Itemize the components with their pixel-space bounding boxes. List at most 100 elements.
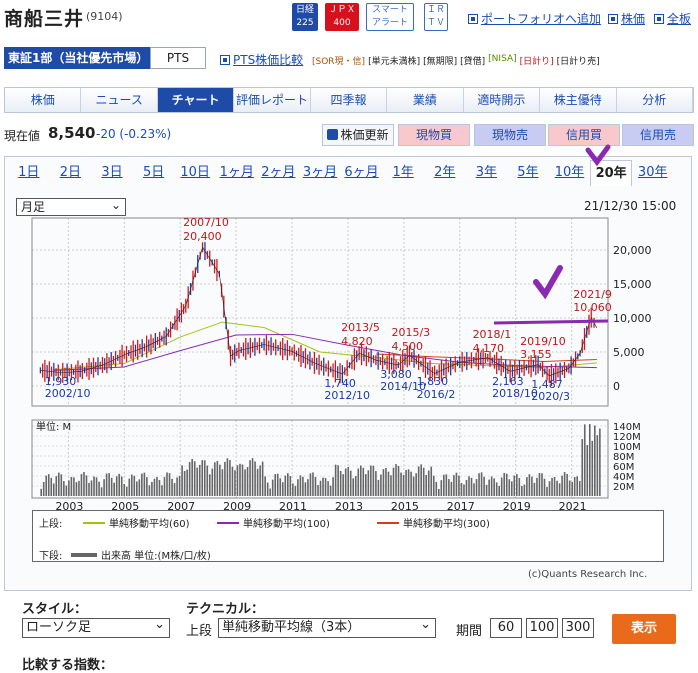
volume-bar [244, 469, 246, 496]
volume-bar [266, 482, 269, 496]
volume-bar [241, 464, 244, 496]
annotation-high-date: 2021/9 [573, 288, 612, 301]
annotation-high-date: 2007/10 [183, 216, 229, 229]
volume-bar [493, 478, 495, 496]
volume-bar [251, 458, 254, 496]
annotation-high-value: 4,500 [391, 340, 423, 353]
volume-bar [45, 475, 48, 496]
volume-bar [78, 480, 80, 496]
volume-bar [143, 472, 146, 496]
volume-bar [163, 477, 166, 496]
volume-bar [219, 464, 221, 496]
volume-bar [188, 462, 191, 496]
hand-drawn-line [493, 319, 609, 325]
y-tick-label: 0 [613, 380, 620, 393]
volume-bar [115, 476, 118, 496]
volume-bar [526, 477, 528, 496]
volume-bar [269, 488, 271, 496]
volume-bar [98, 481, 100, 496]
volume-bar [196, 467, 199, 496]
volume-bar [538, 473, 541, 496]
volume-bar [503, 472, 506, 496]
volume-bar [473, 483, 475, 496]
volume-bar [510, 481, 513, 496]
volume-bar [322, 477, 324, 496]
volume-bar [551, 477, 553, 496]
volume-bar [561, 475, 563, 496]
show-button[interactable]: 表示 [612, 614, 676, 644]
vol-tick-label: 20M [613, 482, 634, 493]
volume-bar [558, 483, 561, 496]
volume-swatch [71, 552, 97, 557]
volume-bar [148, 485, 151, 496]
annotation-high-value: 4,170 [473, 342, 505, 355]
period-label: 期間 [456, 624, 483, 639]
legend-ma300: 単純移動平均(300) [377, 515, 490, 530]
volume-bar [279, 478, 282, 496]
volume-bar [382, 469, 385, 496]
volume-bar [435, 481, 438, 496]
period-input-1[interactable]: 60 [490, 618, 522, 638]
annotation-low-value: 1,830 [417, 375, 449, 388]
volume-bar [576, 476, 579, 496]
technical-label: テクニカル： [186, 602, 265, 617]
annotation-low-date: 2002/10 [45, 387, 91, 400]
volume-bar [385, 467, 387, 496]
volume-bar [221, 469, 224, 496]
volume-bar [239, 463, 241, 496]
technical-select[interactable]: 単純移動平均線（3本） [218, 616, 436, 638]
style-label: スタイル： [22, 602, 88, 617]
volume-bar [521, 486, 523, 496]
ma60-label: 単純移動平均(60) [109, 519, 190, 530]
period-input-2[interactable]: 100 [526, 618, 558, 638]
volume-bar [309, 473, 312, 496]
volume-bar [367, 470, 370, 496]
volume-bar [425, 475, 428, 496]
volume-bar [319, 480, 322, 496]
volume-bar [284, 475, 287, 496]
volume-bar [548, 481, 551, 496]
volume-bar [490, 476, 493, 496]
volume-bar [65, 485, 68, 496]
volume-bar [513, 475, 516, 496]
volume-bar [198, 464, 201, 496]
volume-bar [203, 460, 206, 496]
volume-bar [186, 469, 188, 496]
check-mark-top [585, 144, 611, 167]
volume-bar [297, 479, 299, 496]
volume-bar [226, 458, 229, 496]
volume-bar [347, 466, 350, 496]
volume-bar [302, 476, 304, 496]
chart-legend: 上段: 単純移動平均(60) 単純移動平均(100) 単純移動平均(300) 下… [32, 510, 664, 562]
volume-bar [327, 481, 329, 496]
volume-bar [370, 465, 372, 496]
ma100-label: 単純移動平均(100) [243, 519, 330, 530]
copyright: (c)Quants Research Inc. [528, 569, 648, 580]
volume-bar [95, 477, 98, 496]
volume-bar [566, 473, 568, 496]
period-input-3[interactable]: 300 [562, 618, 594, 638]
volume-bar [88, 482, 90, 496]
volume-bar [317, 485, 319, 496]
volume-bar [178, 475, 181, 496]
volume-bar [299, 475, 302, 496]
volume-bar [483, 476, 485, 496]
volume-bar [128, 478, 131, 496]
volume-bar [412, 476, 415, 496]
volume-bar [168, 473, 171, 496]
volume-bar [450, 481, 453, 496]
volume-label: 出来高 単位:(M株/口/枚) [101, 551, 211, 562]
volume-bar [276, 473, 279, 496]
volume-bar [390, 475, 392, 496]
legend-volume: 出来高 単位:(M株/口/枚) [71, 547, 211, 562]
style-select[interactable]: ローソク足 [22, 616, 170, 638]
volume-bar [206, 465, 209, 496]
volume-bar [136, 481, 138, 496]
volume-bar [281, 482, 284, 496]
annotation-high-value: 4,820 [341, 335, 373, 348]
volume-bar [475, 479, 478, 496]
volume-bar [166, 472, 168, 496]
volume-bar [352, 478, 355, 496]
volume-bar [193, 461, 196, 496]
volume-bar [224, 461, 226, 496]
